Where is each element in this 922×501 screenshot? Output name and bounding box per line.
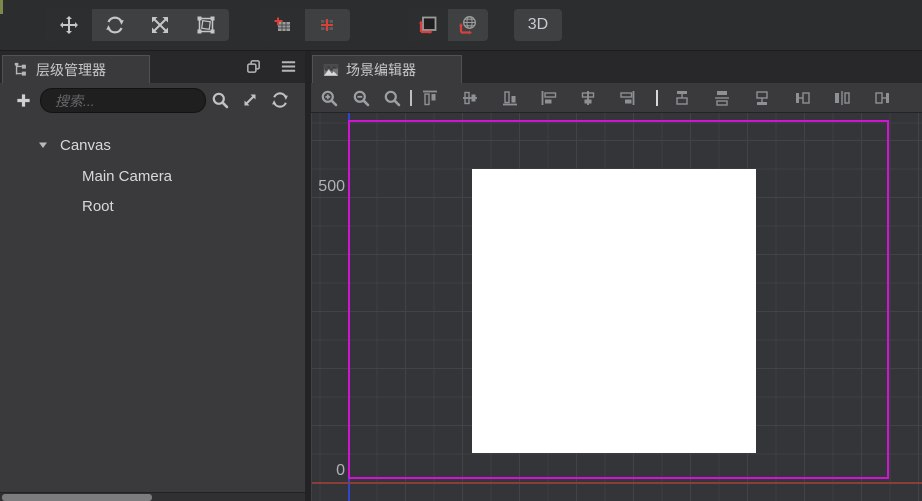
tree-node-label: Main Camera [82, 168, 172, 185]
tree-node-label: Canvas [60, 137, 111, 154]
caret-down-icon[interactable] [38, 140, 48, 150]
distribute-bottom-icon[interactable] [753, 89, 771, 107]
x-axis-line [312, 482, 922, 484]
center-pivot-icon [317, 15, 337, 35]
scene-tab-label: 场景编辑器 [346, 60, 416, 80]
scale-tool-icon [150, 15, 170, 35]
align-vertical-middle-icon[interactable] [461, 89, 479, 107]
distribute-left-icon[interactable] [794, 89, 812, 107]
hierarchy-horizontal-scrollbar [0, 492, 305, 501]
pivot-mode-group [261, 9, 350, 41]
ruler-label-500: 500 [312, 177, 345, 197]
3d-mode-button[interactable]: 3D [514, 9, 562, 41]
search-icon[interactable] [211, 91, 229, 109]
hierarchy-panel: Canvas Main Camera Root [0, 83, 305, 492]
editor-window: 3D 层级管理器 场景编辑器 Canvas Main Camera [0, 0, 922, 501]
world-coord-icon [458, 15, 478, 35]
distribute-top-icon[interactable] [673, 89, 691, 107]
align-left-icon[interactable] [540, 89, 558, 107]
layout-copy-icon[interactable] [245, 58, 262, 75]
align-bottom-icon[interactable] [501, 89, 519, 107]
scrollbar-thumb[interactable] [2, 494, 152, 501]
world-coord-button[interactable] [448, 9, 488, 41]
add-node-icon[interactable] [15, 92, 32, 109]
zoom-out-icon[interactable] [352, 89, 370, 107]
local-coord-icon [418, 15, 438, 35]
anchor-pivot-icon [273, 15, 293, 35]
main-toolbar: 3D [0, 0, 922, 51]
ruler-label-0: 0 [312, 461, 345, 481]
scene-viewport[interactable]: 500 0 [311, 113, 922, 501]
scene-image-icon [323, 62, 339, 78]
local-coord-button[interactable] [408, 9, 448, 41]
coordinate-mode-group [408, 9, 488, 41]
distribute-vertical-middle-icon[interactable] [713, 89, 731, 107]
zoom-in-icon[interactable] [320, 89, 338, 107]
tree-row-root[interactable]: Root [0, 192, 305, 220]
rotate-tool-button[interactable] [92, 9, 138, 41]
hierarchy-tree-icon [13, 62, 29, 78]
toolbar-separator [410, 90, 412, 106]
scale-tool-button[interactable] [138, 9, 184, 41]
hierarchy-tab-actions [245, 58, 297, 75]
tree-row-main-camera[interactable]: Main Camera [0, 162, 305, 190]
refresh-icon[interactable] [271, 91, 289, 109]
scene-toolbar [311, 83, 922, 113]
align-right-icon[interactable] [618, 89, 636, 107]
rotate-tool-icon [105, 15, 125, 35]
align-top-icon[interactable] [421, 89, 439, 107]
zoom-reset-icon[interactable] [383, 89, 401, 107]
toolbar-separator [656, 90, 658, 106]
white-sprite-node [472, 169, 756, 453]
hierarchy-tabbar: 层级管理器 [0, 51, 305, 83]
window-edge-accent [0, 0, 3, 14]
distribute-right-icon[interactable] [873, 89, 891, 107]
expand-all-icon[interactable] [241, 91, 259, 109]
center-pivot-button[interactable] [305, 9, 349, 41]
tree-row-canvas[interactable]: Canvas [0, 131, 305, 159]
anchor-pivot-button[interactable] [261, 9, 305, 41]
tab-hierarchy[interactable]: 层级管理器 [2, 55, 150, 83]
align-horizontal-center-icon[interactable] [579, 89, 597, 107]
rect-tool-icon [196, 15, 216, 35]
distribute-horizontal-center-icon[interactable] [833, 89, 851, 107]
transform-tool-group [46, 9, 229, 41]
search-input[interactable] [40, 88, 206, 113]
move-tool-button[interactable] [46, 9, 92, 41]
tab-scene[interactable]: 场景编辑器 [312, 55, 462, 83]
tree-node-label: Root [82, 198, 114, 215]
menu-icon[interactable] [280, 58, 297, 75]
move-tool-icon [59, 15, 79, 35]
scene-tabbar: 场景编辑器 [311, 51, 922, 83]
rect-tool-button[interactable] [183, 9, 229, 41]
hierarchy-tab-label: 层级管理器 [36, 60, 106, 80]
